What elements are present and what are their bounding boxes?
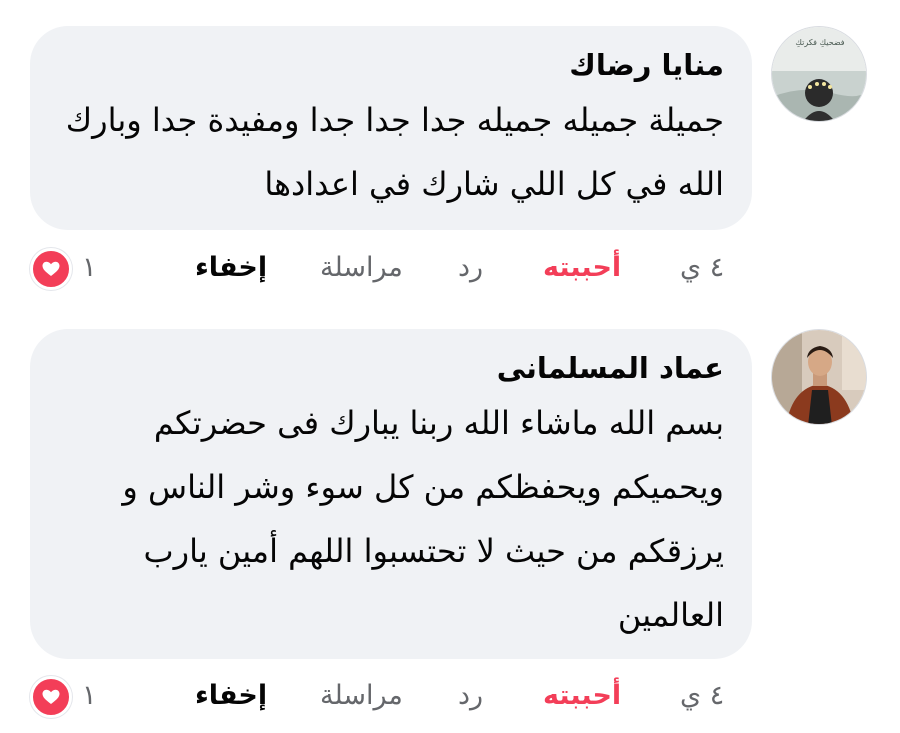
reply-button[interactable]: رد — [458, 252, 483, 283]
comment-text: بسم الله ماشاء الله ربنا يبارك فى حضرتكم… — [122, 404, 724, 634]
like-button[interactable]: أحببته — [543, 252, 621, 283]
comment-author[interactable]: عماد المسلمانى — [58, 349, 724, 387]
comment-bubble: منايا رضاك جميلة جميله جميله جدا جدا جدا… — [30, 26, 752, 230]
comment-author[interactable]: منايا رضاك — [58, 46, 724, 84]
comment-time[interactable]: ٤ ي — [680, 252, 724, 283]
comment-time[interactable]: ٤ ي — [680, 680, 724, 711]
reaction-count[interactable]: ١ — [82, 680, 97, 711]
heart-icon[interactable] — [30, 248, 72, 290]
hide-button[interactable]: إخفاء — [195, 680, 267, 711]
avatar[interactable] — [771, 329, 867, 425]
reaction-count[interactable]: ١ — [82, 252, 97, 283]
avatar-image-icon — [772, 330, 866, 424]
like-button[interactable]: أحببته — [543, 680, 621, 711]
hide-button[interactable]: إخفاء — [195, 252, 267, 283]
comment-actions: ٤ ي أحببته رد مراسلة إخفاء ١ — [0, 246, 900, 296]
message-button[interactable]: مراسلة — [320, 252, 403, 283]
comment-actions: ٤ ي أحببته رد مراسلة إخفاء ١ — [0, 674, 900, 724]
heart-icon[interactable] — [30, 676, 72, 718]
avatar-image-icon: فضحيكِ فكرتكِ — [772, 27, 866, 121]
message-button[interactable]: مراسلة — [320, 680, 403, 711]
comment-bubble: عماد المسلمانى بسم الله ماشاء الله ربنا … — [30, 329, 752, 659]
reply-button[interactable]: رد — [458, 680, 483, 711]
svg-text:فضحيكِ فكرتكِ: فضحيكِ فكرتكِ — [795, 38, 844, 48]
avatar[interactable]: فضحيكِ فكرتكِ — [771, 26, 867, 122]
comment-text: جميلة جميله جميله جدا جدا جدا ومفيدة جدا… — [65, 101, 724, 203]
